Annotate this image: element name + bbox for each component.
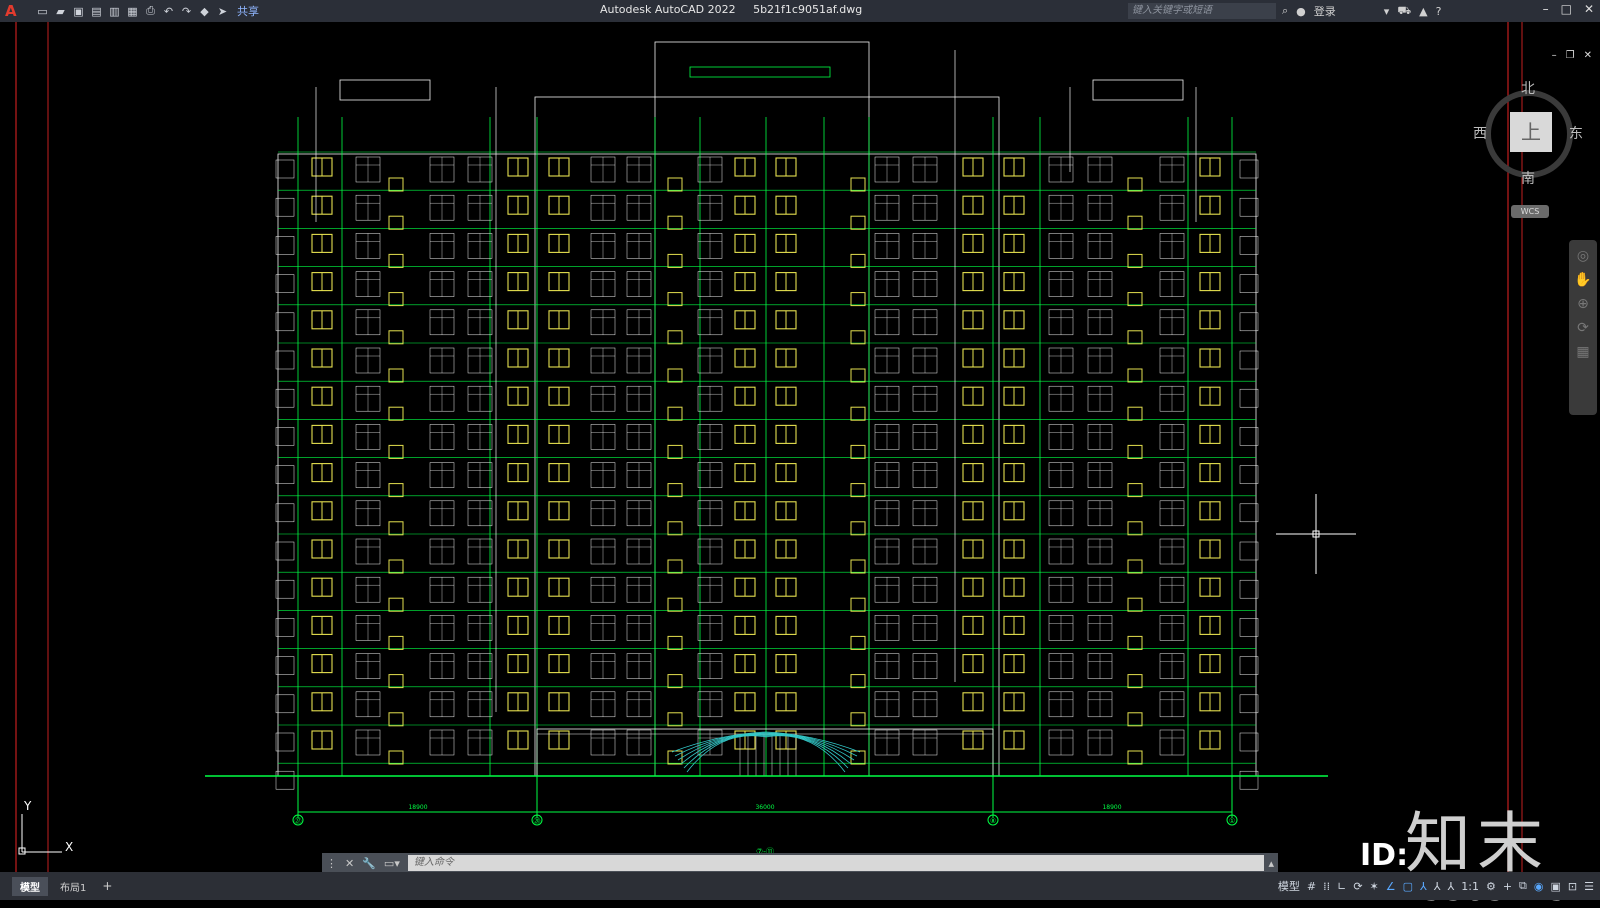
dimension-right: 18900 [1102,804,1121,811]
elevation-drawing: 18900 36000 18900 ㉗ ⑳ ⑧ ① ⑦-⑪ Y X [15,22,1523,872]
share-button[interactable]: 共享 [237,3,259,19]
wcs-menu[interactable]: WCS [1511,205,1549,218]
axis-bubble-8: ⑧ [990,817,996,825]
tab-model[interactable]: 模型 [12,876,48,896]
grid-icon[interactable]: # [1307,880,1316,893]
orbit-icon[interactable]: ⟳ [1569,320,1597,336]
pan-icon[interactable]: ✋ [1569,272,1597,288]
close-command-icon[interactable]: ✕ [345,857,354,870]
isodraft-icon[interactable]: ✶ [1370,880,1379,893]
annotation-scale-icon[interactable]: ⅄ [1448,880,1455,893]
publish-icon[interactable]: ▥ [107,4,122,18]
add-layout-icon[interactable]: + [102,879,112,893]
search-input[interactable]: 键入关键字或短语 [1128,3,1276,19]
login-button[interactable]: 登录 [1314,3,1336,19]
share-icon[interactable]: ➤ [215,4,230,18]
axis-bubble-27: ㉗ [295,817,302,825]
zoom-icon[interactable]: ⊕ [1569,296,1597,312]
grip-icon[interactable]: ⋮ [326,857,337,870]
workspace-icon[interactable]: ◆ [197,4,212,18]
viewcube-top-face[interactable]: 上 [1510,112,1552,152]
units-icon[interactable]: ⧉ [1519,879,1527,893]
help-icon[interactable]: ? [1436,5,1442,18]
crosshair-cursor [1276,494,1356,574]
chevron-down-icon[interactable]: ▾ [1384,5,1390,18]
tab-layout1[interactable]: 布局1 [52,877,94,896]
compass-south[interactable]: 南 [1521,168,1535,188]
title-right-icons: ⌕ ● 登录 ▾ ⛟ ▲ ? [1282,3,1441,19]
steering-wheel-icon[interactable]: ◎ [1569,248,1597,264]
open-folder-icon[interactable]: ▰ [53,4,68,18]
undo-icon[interactable]: ↶ [161,4,176,18]
compass-east[interactable]: 东 [1569,123,1583,143]
snap-icon[interactable]: ⁞⁞ [1323,880,1330,893]
redo-icon[interactable]: ↷ [179,4,194,18]
window-controls: – □ ✕ [1543,2,1594,16]
command-line: ⋮ ✕ 🔧 ▭▾ 键入命令 ▴ [322,853,1278,873]
object-snap-icon[interactable]: ▢ [1403,880,1413,893]
cart-icon[interactable]: ⛟ [1397,4,1411,19]
compass-north[interactable]: 北 [1521,78,1535,98]
title-bar: A ▭ ▰ ▣ ▤ ▥ ▦ ⎙ ↶ ↷ ◆ ➤ 共享 Autodesk Auto… [0,0,1600,22]
app-title: Autodesk AutoCAD 2022 [600,3,736,16]
dimension-middle: 36000 [755,804,774,811]
ucs-icon: Y X [18,799,73,855]
auto-scale-icon[interactable]: ⅄ [1434,880,1441,893]
navigation-bar: ◎ ✋ ⊕ ⟳ ▦ [1569,240,1597,415]
dimension-left: 18900 [408,804,427,811]
clean-screen-icon[interactable]: ⊡ [1568,880,1577,893]
recent-commands-icon[interactable]: ▭▾ [384,857,400,870]
annotation-visibility-icon[interactable]: ⅄ [1420,880,1427,893]
autocad-logo-icon[interactable]: A [5,2,27,20]
building-elevation [275,41,1259,790]
autodesk-app-icon[interactable]: ▲ [1419,5,1427,18]
showmotion-icon[interactable]: ▦ [1569,344,1597,360]
axis-bubble-1: ① [1229,817,1235,825]
customization-menu-icon[interactable]: ☰ [1584,880,1594,893]
save-icon[interactable]: ▣ [71,4,86,18]
status-tray: 模型 # ⁞⁞ ∟ ⟳ ✶ ∠ ▢ ⅄ ⅄ ⅄ 1:1 ⚙ + ⧉ ◉ ▣ ⊡ … [1278,878,1594,894]
close-icon[interactable]: ✕ [1584,2,1594,16]
status-bar: 模型 布局1 + 模型 # ⁞⁞ ∟ ⟳ ✶ ∠ ▢ ⅄ ⅄ ⅄ 1:1 ⚙ +… [0,872,1600,900]
object-snap-tracking-icon[interactable]: ∠ [1386,880,1396,893]
layout-tabs: 模型 布局1 + [12,876,112,896]
new-file-icon[interactable]: ▭ [35,4,50,18]
file-name: 5b21f1c9051af.dwg [753,3,863,16]
isolate-objects-icon[interactable]: ◉ [1534,880,1544,893]
hardware-accel-icon[interactable]: ▣ [1551,880,1561,893]
ucs-y-label: Y [23,799,32,813]
command-input[interactable]: 键入命令 [407,855,1265,871]
user-icon[interactable]: ● [1296,5,1306,18]
drawing-canvas[interactable]: – ❐ ✕ 18900 36000 18900 ㉗ ⑳ ⑧ ① ⑦-⑪ Y X … [0,22,1600,882]
settings-gear-icon[interactable]: ⚙ [1486,880,1496,893]
compass-west[interactable]: 西 [1473,123,1487,143]
save-as-icon[interactable]: ▤ [89,4,104,18]
print-icon[interactable]: ⎙ [143,4,158,18]
plus-icon[interactable]: + [1503,880,1512,893]
ucs-x-label: X [65,840,73,854]
axis-bubble-20: ⑳ [534,817,541,825]
maximize-icon[interactable]: □ [1561,2,1572,16]
quick-access-toolbar: ▭ ▰ ▣ ▤ ▥ ▦ ⎙ ↶ ↷ ◆ ➤ 共享 [35,3,259,19]
search-icon[interactable]: ⌕ [1282,4,1288,18]
model-space-button[interactable]: 模型 [1278,878,1300,894]
customize-wrench-icon[interactable]: 🔧 [362,857,376,870]
plot-icon[interactable]: ▦ [125,4,140,18]
ortho-icon[interactable]: ∟ [1337,880,1346,893]
minimize-icon[interactable]: – [1543,2,1549,16]
polar-icon[interactable]: ⟳ [1353,880,1362,893]
scale-display[interactable]: 1:1 [1461,880,1479,893]
command-expand-icon[interactable]: ▴ [1268,857,1274,870]
window-title: Autodesk AutoCAD 2022 5b21f1c9051af.dwg [600,3,862,16]
viewcube[interactable]: 上 北 南 西 东 [1473,78,1585,190]
